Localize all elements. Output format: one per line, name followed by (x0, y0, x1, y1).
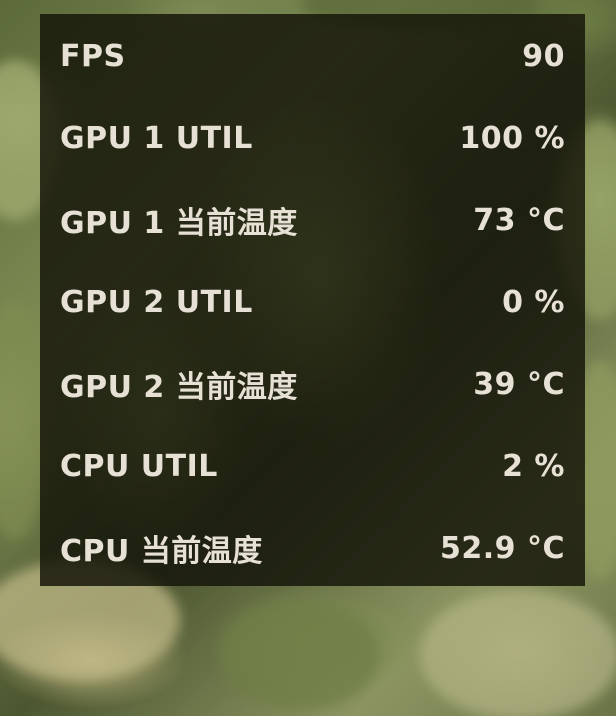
metric-value: 52.9 °C (440, 530, 565, 566)
overlay-row-gpu2-temp: GPU 2 当前温度 39 °C (60, 360, 565, 408)
overlay-row-gpu1-util: GPU 1 UTIL 100 % (60, 114, 565, 162)
metric-value: 39 °C (473, 366, 565, 402)
metric-value: 90 (522, 38, 565, 74)
metric-value: 100 % (459, 120, 565, 156)
metric-label: GPU 2 UTIL (60, 284, 253, 320)
metric-value: 2 % (502, 448, 565, 484)
metric-label: GPU 1 UTIL (60, 120, 253, 156)
overlay-row-gpu1-temp: GPU 1 当前温度 73 °C (60, 196, 565, 244)
metric-label: FPS (60, 38, 126, 74)
overlay-row-cpu-temp: CPU 当前温度 52.9 °C (60, 524, 565, 572)
metric-label: CPU UTIL (60, 448, 218, 484)
overlay-row-fps: FPS 90 (60, 32, 565, 80)
performance-overlay-panel: FPS 90 GPU 1 UTIL 100 % GPU 1 当前温度 73 °C… (40, 14, 585, 586)
overlay-row-gpu2-util: GPU 2 UTIL 0 % (60, 278, 565, 326)
metric-label: CPU 当前温度 (60, 534, 263, 569)
metric-label: GPU 2 当前温度 (60, 370, 298, 405)
metric-label: GPU 1 当前温度 (60, 206, 298, 241)
metric-value: 0 % (502, 284, 565, 320)
metric-value: 73 °C (473, 202, 565, 238)
overlay-row-cpu-util: CPU UTIL 2 % (60, 442, 565, 490)
